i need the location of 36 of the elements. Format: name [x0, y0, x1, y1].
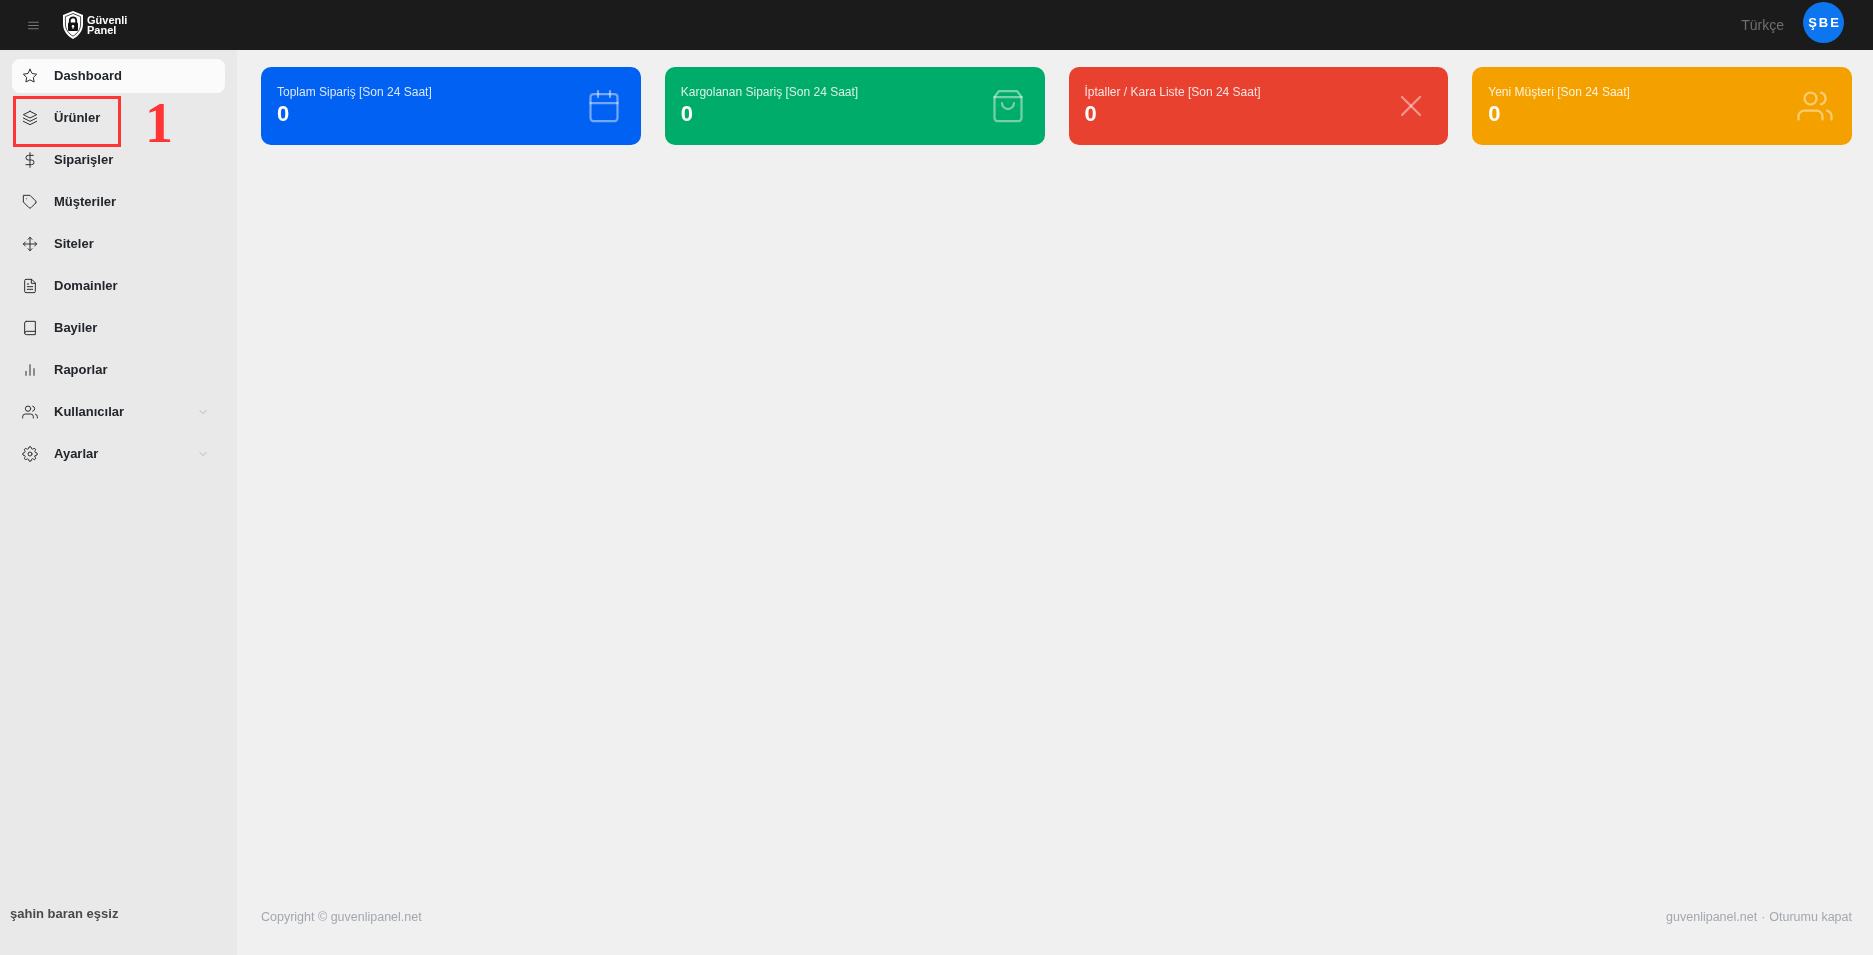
- avatar-button[interactable]: ŞBE: [1803, 2, 1844, 43]
- bar-chart-icon: [22, 362, 38, 378]
- sidebar-item[interactable]: Bayiler: [12, 311, 110, 345]
- document-icon: [22, 278, 38, 294]
- sidebar-item[interactable]: Ürünler: [12, 101, 113, 135]
- sidebar-item[interactable]: Siparişler: [12, 143, 126, 177]
- sidebar-item[interactable]: Domainler: [12, 269, 130, 303]
- separator-dot: ·: [1761, 909, 1766, 925]
- shield-lock-icon: [63, 11, 83, 39]
- card-value: 0: [277, 100, 291, 128]
- card-title: Kargolanan Sipariş [Son 24 Saat]: [680, 84, 859, 100]
- settings-icon: [22, 446, 38, 462]
- card-title: Toplam Sipariş [Son 24 Saat]: [277, 84, 432, 100]
- card-value: 0: [1488, 100, 1502, 128]
- tag-icon: [22, 194, 38, 210]
- card-title: İptaller / Kara Liste [Son 24 Saat]: [1084, 84, 1261, 100]
- book-icon: [22, 320, 38, 336]
- sidebar-item[interactable]: Raporlar: [12, 353, 120, 387]
- star-icon: [22, 68, 38, 84]
- users-icon: [1797, 88, 1833, 124]
- user-name: şahin baran eşsiz: [10, 906, 119, 921]
- card-value: 0: [680, 100, 694, 128]
- users-icon: [22, 404, 38, 420]
- logo-text: Güvenli Panel: [87, 15, 128, 35]
- copyright-text: Copyright © guvenlipanel.net: [261, 909, 422, 925]
- card-value: 0: [1084, 100, 1098, 128]
- layers-icon: [22, 110, 38, 126]
- sidebar-item[interactable]: Müşteriler: [12, 185, 129, 219]
- four-arrows-icon: [22, 236, 38, 252]
- sidebar-item[interactable]: Kullanıcılar: [12, 395, 225, 429]
- sidebar-item[interactable]: Siteler: [12, 227, 106, 261]
- dollar-icon: [22, 152, 38, 168]
- card-title: Yeni Müşteri [Son 24 Saat]: [1488, 84, 1630, 100]
- sidebar-item[interactable]: Dashboard: [12, 59, 225, 93]
- annotation-number: 1: [145, 95, 173, 151]
- sidebar-item[interactable]: Ayarlar: [12, 437, 225, 471]
